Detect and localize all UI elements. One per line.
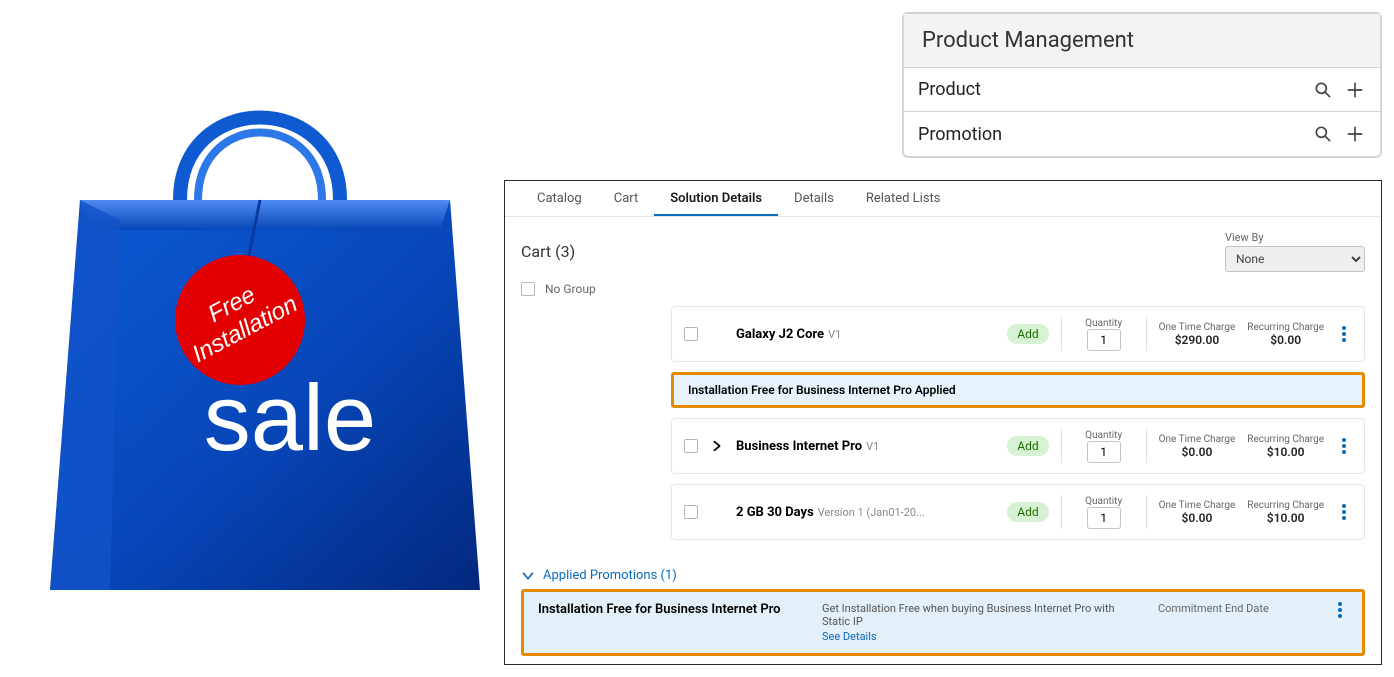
item-menu-icon[interactable]	[1336, 504, 1352, 520]
cart-item: 2 GB 30 DaysVersion 1 (Jan01-20... Add Q…	[671, 484, 1365, 540]
cart-item: Galaxy J2 CoreV1 Add Quantity One Time C…	[671, 306, 1365, 362]
tab-related-lists[interactable]: Related Lists	[850, 181, 957, 216]
promotion-name: Installation Free for Business Internet …	[538, 602, 798, 617]
item-checkbox[interactable]	[684, 439, 698, 453]
cart-panel: Catalog Cart Solution Details Details Re…	[504, 180, 1382, 665]
product-management-title: Product Management	[904, 14, 1380, 68]
pm-row-promotion: Promotion	[904, 112, 1380, 156]
no-group-label: No Group	[545, 282, 596, 296]
no-group-checkbox[interactable]	[521, 282, 535, 296]
expand-placeholder	[710, 327, 724, 341]
applied-promotions-label: Applied Promotions (1)	[543, 568, 677, 583]
commitment-end-date-label: Commitment End Date	[1158, 602, 1308, 615]
item-checkbox[interactable]	[684, 505, 698, 519]
tab-cart[interactable]: Cart	[598, 181, 655, 216]
view-by: View By None	[1225, 231, 1365, 272]
pm-promotion-label: Promotion	[918, 124, 1302, 145]
no-group-row: No Group	[505, 278, 1381, 306]
see-details-link[interactable]: See Details	[822, 630, 1134, 643]
applied-promotions-toggle[interactable]: Applied Promotions (1)	[521, 562, 1365, 589]
search-icon[interactable]	[1312, 79, 1334, 101]
cart-title: Cart (3)	[521, 242, 575, 261]
view-by-select[interactable]: None	[1225, 246, 1365, 272]
promotion-desc: Get Installation Free when buying Busine…	[822, 602, 1134, 643]
view-by-label: View By	[1225, 231, 1264, 244]
add-button[interactable]: Add	[1007, 502, 1048, 522]
recurring-col: Recurring Charge $10.00	[1247, 500, 1324, 525]
quantity-input[interactable]	[1087, 329, 1121, 351]
add-button[interactable]: Add	[1007, 324, 1048, 344]
promotion-menu-icon[interactable]	[1332, 602, 1348, 618]
one-time-col: One Time Charge $290.00	[1159, 322, 1236, 347]
expand-placeholder	[710, 505, 724, 519]
one-time-col: One Time Charge $0.00	[1159, 500, 1236, 525]
recurring-col: Recurring Charge $0.00	[1247, 322, 1324, 347]
recurring-col: Recurring Charge $10.00	[1247, 434, 1324, 459]
promotion-card: Installation Free for Business Internet …	[521, 589, 1365, 656]
expand-icon[interactable]	[710, 439, 724, 453]
pm-row-product: Product	[904, 68, 1380, 112]
item-menu-icon[interactable]	[1336, 438, 1352, 454]
quantity-col: Quantity	[1074, 430, 1134, 463]
promo-applied-banner: Installation Free for Business Internet …	[671, 372, 1365, 408]
search-icon[interactable]	[1312, 123, 1334, 145]
quantity-col: Quantity	[1074, 318, 1134, 351]
quantity-input[interactable]	[1087, 441, 1121, 463]
quantity-col: Quantity	[1074, 496, 1134, 529]
add-button[interactable]: Add	[1007, 436, 1048, 456]
pm-product-label: Product	[918, 79, 1302, 100]
tab-catalog[interactable]: Catalog	[521, 181, 598, 216]
quantity-input[interactable]	[1087, 507, 1121, 529]
cart-items: Galaxy J2 CoreV1 Add Quantity One Time C…	[655, 306, 1381, 556]
tab-solution-details[interactable]: Solution Details	[654, 181, 778, 216]
item-menu-icon[interactable]	[1336, 326, 1352, 342]
cart-item: Business Internet ProV1 Add Quantity One…	[671, 418, 1365, 474]
plus-icon[interactable]	[1344, 79, 1366, 101]
item-name: Galaxy J2 CoreV1	[736, 327, 995, 342]
sale-text: sale	[204, 365, 376, 470]
plus-icon[interactable]	[1344, 123, 1366, 145]
item-checkbox[interactable]	[684, 327, 698, 341]
sale-bag-illustration: Free Installation sale	[20, 30, 500, 630]
tabs: Catalog Cart Solution Details Details Re…	[505, 181, 1381, 217]
product-management-panel: Product Management Product Promotion	[902, 12, 1382, 158]
one-time-col: One Time Charge $0.00	[1159, 434, 1236, 459]
tab-details[interactable]: Details	[778, 181, 850, 216]
item-name: Business Internet ProV1	[736, 439, 995, 454]
item-name: 2 GB 30 DaysVersion 1 (Jan01-20...	[736, 505, 995, 520]
